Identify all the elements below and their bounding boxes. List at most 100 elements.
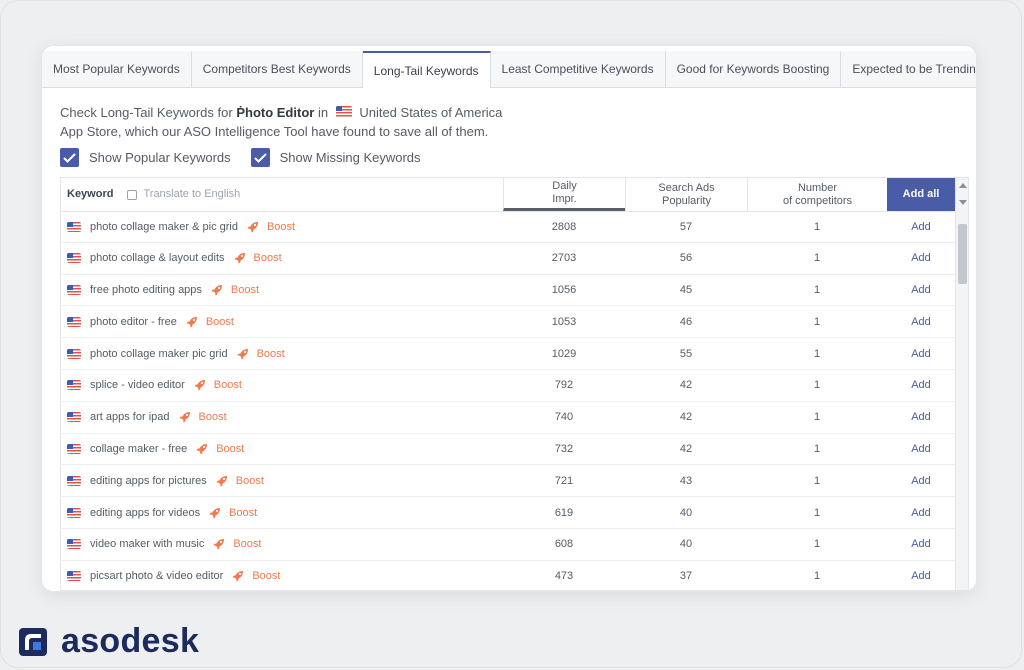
- add-keyword-button[interactable]: Add: [887, 306, 955, 337]
- us-flag-icon: [67, 571, 81, 582]
- boost-button[interactable]: Boost: [232, 570, 280, 582]
- daily-impressions-cell: 619: [554, 506, 574, 519]
- competitors-cell: 1: [813, 411, 821, 424]
- boost-button[interactable]: Boost: [237, 348, 285, 360]
- add-keyword-button[interactable]: Add: [887, 434, 955, 465]
- competitors-cell: 1: [813, 220, 821, 233]
- popularity-cell: 42: [679, 411, 693, 424]
- rocket-icon: [247, 221, 263, 233]
- popularity-cell: 46: [679, 315, 693, 328]
- popularity-cell: 42: [679, 443, 693, 456]
- add-keyword-button[interactable]: Add: [887, 561, 955, 590]
- keyword-cell: photo editor - free Boost: [67, 306, 497, 337]
- add-keyword-button[interactable]: Add: [887, 402, 955, 433]
- us-flag-icon: [67, 285, 81, 296]
- boost-button[interactable]: Boost: [186, 316, 234, 328]
- show-missing-keywords-checkbox[interactable]: Show Missing Keywords: [250, 148, 421, 167]
- daily-impressions-cell: 608: [554, 538, 574, 551]
- daily-impressions-cell: 740: [554, 411, 574, 424]
- keyword-cell: art apps for ipad Boost: [67, 402, 497, 433]
- table-scrollbar[interactable]: [955, 178, 968, 590]
- add-keyword-button[interactable]: Add: [887, 465, 955, 496]
- boost-label: Boost: [230, 284, 260, 297]
- boost-button[interactable]: Boost: [213, 538, 261, 550]
- table-header: Keyword Translate to English Daily Impr. …: [61, 178, 955, 212]
- boost-button[interactable]: Boost: [179, 411, 227, 423]
- popularity-cell: 55: [679, 347, 693, 360]
- daily-impressions-column-header[interactable]: Daily Impr.: [503, 178, 625, 211]
- table-row: editing apps for videos Boost 619 40 1 Add: [61, 497, 955, 529]
- checkbox-icon: [127, 189, 138, 200]
- translate-to-english-checkbox[interactable]: Translate to English: [127, 188, 240, 201]
- us-flag-icon: [67, 412, 81, 423]
- scroll-down-arrow-icon[interactable]: [959, 200, 967, 205]
- table-row: splice - video editor Boost 792 42 1 Add: [61, 370, 955, 402]
- tab-expected-to-be-trending[interactable]: Expected to be Trending: [841, 51, 976, 87]
- popularity-cell: 37: [679, 570, 693, 583]
- boost-button[interactable]: Boost: [194, 379, 242, 391]
- boost-button[interactable]: Boost: [196, 443, 244, 455]
- add-all-button[interactable]: Add all: [887, 178, 955, 211]
- add-keyword-button[interactable]: Add: [887, 211, 955, 242]
- description-prefix: Check Long-Tail Keywords for: [60, 105, 233, 120]
- description-in: in: [317, 105, 329, 120]
- checkmark-icon: [60, 148, 79, 167]
- keyword-text: editing apps for videos: [90, 506, 201, 519]
- boost-button[interactable]: Boost: [216, 475, 264, 487]
- keyword-text: photo collage maker & pic grid: [90, 220, 238, 233]
- add-keyword-button[interactable]: Add: [887, 497, 955, 528]
- us-flag-icon: [67, 444, 81, 455]
- keyword-text: picsart photo & video editor: [90, 570, 224, 583]
- rocket-icon: [237, 348, 253, 360]
- add-keyword-button[interactable]: Add: [887, 529, 955, 560]
- logo-text: asodesk: [61, 622, 200, 660]
- add-keyword-button[interactable]: Add: [887, 243, 955, 274]
- checkmark-icon: [250, 148, 270, 167]
- boost-button[interactable]: Boost: [209, 507, 257, 519]
- daily-impressions-cell: 473: [554, 570, 574, 583]
- add-keyword-button[interactable]: Add: [887, 275, 955, 306]
- boost-button[interactable]: Boost: [234, 252, 282, 264]
- scrollbar-thumb[interactable]: [958, 224, 967, 284]
- keyword-text: art apps for ipad: [90, 411, 170, 424]
- competitors-cell: 1: [813, 538, 821, 551]
- keyword-text: collage maker - free: [90, 443, 188, 456]
- table-row: photo collage & layout edits Boost 2703 56 1…: [61, 243, 955, 275]
- rocket-icon: [211, 284, 227, 296]
- add-keyword-button[interactable]: Add: [887, 338, 955, 369]
- search-ads-popularity-column-header[interactable]: Search Ads Popularity: [625, 178, 747, 211]
- tab-least-competitive-keywords[interactable]: Least Competitive Keywords: [490, 51, 666, 87]
- boost-label: Boost: [252, 570, 281, 583]
- scroll-up-arrow-icon[interactable]: [959, 183, 967, 188]
- boost-button[interactable]: Boost: [211, 284, 259, 296]
- keyword-cell: free photo editing apps Boost: [67, 275, 497, 306]
- keyword-column-header: Keyword Translate to English: [61, 178, 503, 211]
- boost-button[interactable]: Boost: [247, 221, 295, 233]
- competitors-header-line1: Number: [797, 181, 838, 194]
- rocket-icon: [179, 411, 195, 423]
- popularity-cell: 56: [679, 252, 693, 265]
- tab-bar: Most Popular Keywords Competitors Best K…: [42, 51, 976, 88]
- show-popular-keywords-checkbox[interactable]: Show Popular Keywords: [60, 148, 231, 167]
- daily-impressions-cell: 1029: [551, 347, 577, 360]
- competitors-column-header[interactable]: Number of competitors: [747, 178, 887, 211]
- boost-label: Boost: [253, 252, 282, 265]
- tab-long-tail-keywords[interactable]: Long-Tail Keywords: [362, 51, 491, 88]
- keyword-text: video maker with music: [90, 538, 205, 551]
- popularity-cell: 45: [679, 284, 693, 297]
- popularity-cell: 40: [679, 506, 693, 519]
- boost-label: Boost: [235, 474, 264, 487]
- rocket-icon: [186, 316, 202, 328]
- asodesk-logo-icon: [19, 627, 47, 656]
- daily-impressions-cell: 792: [554, 379, 574, 392]
- keywords-table: Keyword Translate to English Daily Impr. …: [60, 177, 969, 591]
- daily-header-line1: Daily: [552, 180, 577, 192]
- keyword-header-label: Keyword: [67, 188, 114, 200]
- keyword-text: free photo editing apps: [90, 284, 202, 297]
- add-keyword-button[interactable]: Add: [887, 370, 955, 401]
- us-flag-icon: [67, 539, 81, 550]
- tab-good-for-keywords-boosting[interactable]: Good for Keywords Boosting: [665, 51, 842, 87]
- tab-most-popular-keywords[interactable]: Most Popular Keywords: [42, 51, 192, 87]
- tab-competitors-best-keywords[interactable]: Competitors Best Keywords: [191, 51, 363, 87]
- keyword-cell: splice - video editor Boost: [67, 370, 497, 401]
